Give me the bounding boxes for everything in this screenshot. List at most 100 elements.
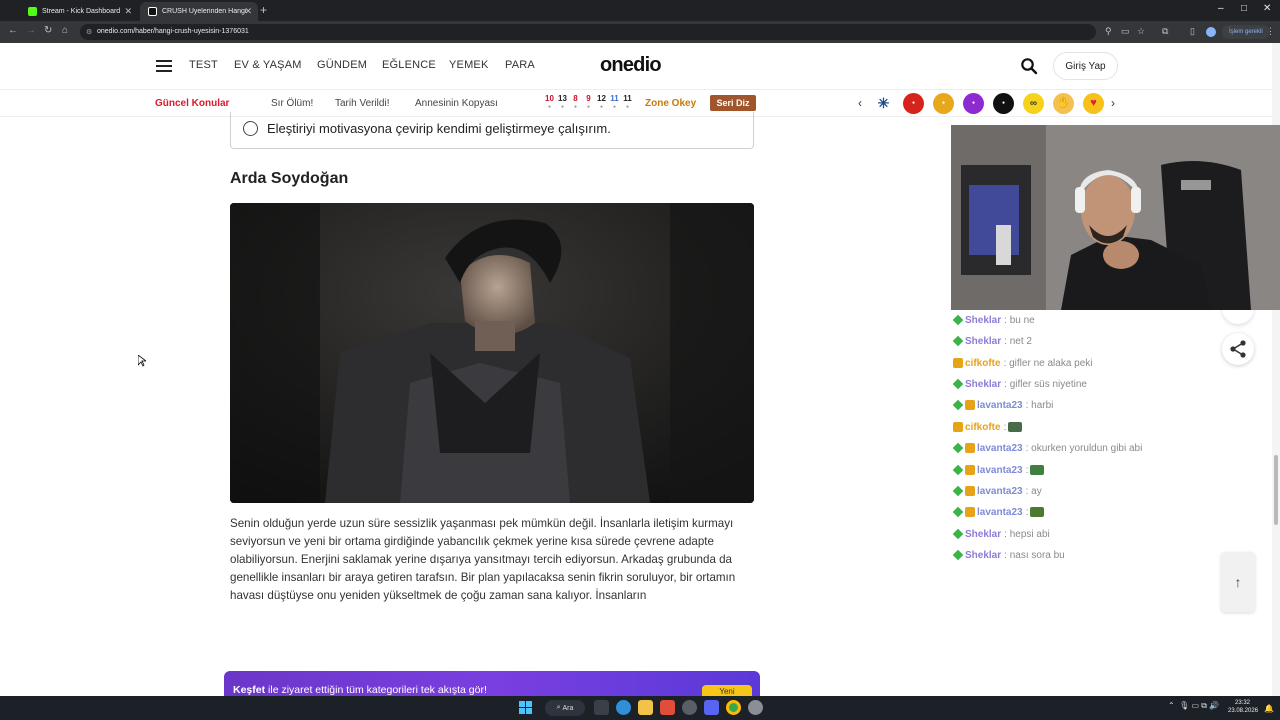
task-view-icon[interactable] (594, 700, 609, 715)
tab-kick-dashboard[interactable]: Stream - Kick Dashboard ✕ (20, 2, 138, 21)
chat-message: Sheklar : hepsi abi (952, 526, 1050, 542)
discover-banner[interactable]: Keşfet ile ziyaret ettiğin tüm kategoril… (224, 671, 760, 696)
hand-badge-icon[interactable]: ✋ (1053, 93, 1074, 114)
chat-username: Sheklar (965, 314, 1002, 326)
reload-icon[interactable]: ↻ (44, 25, 52, 36)
subscriber-badge-icon (952, 549, 964, 561)
webcam-feed (951, 125, 1280, 310)
subscriber-badge-icon (952, 528, 964, 540)
home-icon[interactable]: ⌂ (62, 25, 68, 36)
chat-text: : okurken yoruldun gibi abi (1025, 442, 1143, 454)
taskbar-search[interactable]: ⌕ Ara (545, 700, 585, 716)
category-badge-icon[interactable]: ● (903, 93, 924, 114)
score-tile: 12 ● (597, 94, 606, 110)
search-icon[interactable] (1020, 57, 1038, 75)
topic-link[interactable]: Annesinin Kopyası (415, 98, 498, 109)
chat-emote-icon (1008, 422, 1023, 432)
close-tab-icon[interactable]: ✕ (244, 6, 252, 17)
chat-username: Sheklar (965, 378, 1002, 390)
carousel-next-icon[interactable]: › (1111, 96, 1115, 110)
minimize-icon[interactable]: – (1218, 3, 1224, 14)
notification-bell-icon[interactable]: 🔔 (1264, 704, 1274, 713)
heart-eyes-badge-icon[interactable]: ♥ (1083, 93, 1104, 114)
scrollbar-thumb[interactable] (1274, 455, 1278, 525)
tab-onedio-quiz[interactable]: CRUSH Üyelerinden Hangisi Se... ✕ (140, 2, 258, 21)
site-info-icon[interactable]: ⚙ (86, 28, 92, 36)
close-window-icon[interactable]: ✕ (1263, 3, 1271, 14)
nav-eglence[interactable]: EĞLENCE (382, 59, 436, 71)
topic-link[interactable]: Sır Ölüm! (271, 98, 313, 109)
gift-badge-icon (953, 358, 963, 368)
chat-message: lavanta23 : ay (952, 483, 1042, 499)
edge-icon[interactable] (616, 700, 631, 715)
chat-text: : harbi (1025, 399, 1054, 411)
back-icon[interactable]: ← (8, 25, 18, 36)
share-button[interactable] (1222, 333, 1254, 365)
topic-link[interactable]: Tarih Verildi! (335, 98, 389, 109)
nav-test[interactable]: TEST (189, 59, 218, 71)
process-required-button[interactable]: İşlem gerekli (1222, 25, 1270, 39)
forward-icon[interactable]: → (26, 25, 36, 36)
category-badge-icon[interactable]: ● (993, 93, 1014, 114)
kick-favicon-icon (28, 7, 37, 16)
sparkle-badge-icon[interactable]: ✳ (873, 93, 894, 114)
system-tray[interactable]: ⌃ 🎙 ▭ ⧉ 🔊 (1168, 701, 1219, 711)
file-explorer-icon[interactable] (638, 700, 653, 715)
menu-dots-icon[interactable]: ⋮ (1266, 26, 1275, 37)
address-bar[interactable]: ⚙ onedio.com/haber/hangi-crush-uyesisin-… (80, 24, 1096, 40)
nav-yemek[interactable]: YEMEK (449, 59, 489, 71)
quiz-option[interactable]: Eleştiriyi motivasyona çevirip kendimi g… (230, 112, 754, 149)
tab-label: Stream - Kick Dashboard (42, 8, 121, 15)
login-button[interactable]: Giriş Yap (1053, 52, 1118, 80)
discover-new-button[interactable]: Yeni (702, 685, 752, 696)
chat-username: Sheklar (965, 528, 1002, 540)
profile-avatar[interactable] (1206, 27, 1216, 37)
settings-gear-icon[interactable] (748, 700, 763, 715)
site-header: TEST EV & YAŞAM GÜNDEM EĞLENCE YEMEK PAR… (0, 43, 1280, 89)
extensions-icon[interactable]: ⧉ (1162, 26, 1168, 37)
chat-text: : hepsi abi (1004, 528, 1050, 540)
seri-diz-button[interactable]: Seri Diz (710, 95, 756, 111)
obs-icon[interactable] (682, 700, 697, 715)
nav-ev-yasam[interactable]: EV & YAŞAM (234, 59, 302, 71)
chrome-icon[interactable] (726, 700, 741, 715)
hamburger-menu-icon[interactable] (156, 60, 172, 72)
subscriber-badge-icon (952, 314, 964, 326)
bookmark-star-icon[interactable]: ☆ (1137, 26, 1145, 37)
subscriber-badge-icon (952, 464, 964, 476)
new-tab-icon[interactable]: + (260, 3, 267, 17)
radio-button[interactable] (243, 121, 258, 136)
chat-text: : gifler süs niyetine (1004, 378, 1087, 390)
gift-badge-icon (965, 507, 975, 517)
gift-badge-icon (965, 443, 975, 453)
discord-icon[interactable] (704, 700, 719, 715)
app-icon[interactable] (660, 700, 675, 715)
discover-bold: Keşfet (233, 684, 266, 696)
cast-icon[interactable]: ▭ (1121, 26, 1130, 37)
category-badge-icon[interactable]: ● (963, 93, 984, 114)
category-badge-icon[interactable]: ● (933, 93, 954, 114)
glasses-badge-icon[interactable]: ∞ (1023, 93, 1044, 114)
game-scores-strip[interactable]: 10 ● 13 ● 8 ● 9 ● 12 ● 11 ● 11 ● (543, 94, 634, 112)
scroll-to-top-button[interactable]: ↑ (1221, 552, 1255, 612)
nav-para[interactable]: PARA (505, 59, 535, 71)
browser-toolbar: ← → ↻ ⌂ ⚙ onedio.com/haber/hangi-crush-u… (0, 21, 1280, 43)
carousel-prev-icon[interactable]: ‹ (858, 96, 862, 110)
close-tab-icon[interactable]: ✕ (124, 6, 132, 17)
chat-text: : (1025, 506, 1029, 518)
subscriber-badge-icon (952, 335, 964, 347)
subscriber-badge-icon (952, 485, 964, 497)
score-tile: 8 ● (573, 94, 578, 110)
nav-gundem[interactable]: GÜNDEM (317, 59, 367, 71)
taskbar-clock[interactable]: 23:32 23.08.2026 (1228, 699, 1258, 715)
chat-username: lavanta23 (977, 399, 1023, 411)
share-icon (1230, 340, 1246, 358)
onedio-logo[interactable]: onedio (600, 54, 662, 77)
start-windows-icon[interactable] (518, 700, 533, 715)
subscriber-badge-icon (952, 442, 964, 454)
chat-username: Sheklar (965, 335, 1002, 347)
sidebar-icon[interactable]: ▯ (1190, 26, 1195, 37)
zoom-icon[interactable]: ⚲ (1105, 26, 1112, 37)
maximize-icon[interactable]: □ (1241, 3, 1247, 14)
zone-okey-link[interactable]: Zone Okey (645, 98, 696, 109)
